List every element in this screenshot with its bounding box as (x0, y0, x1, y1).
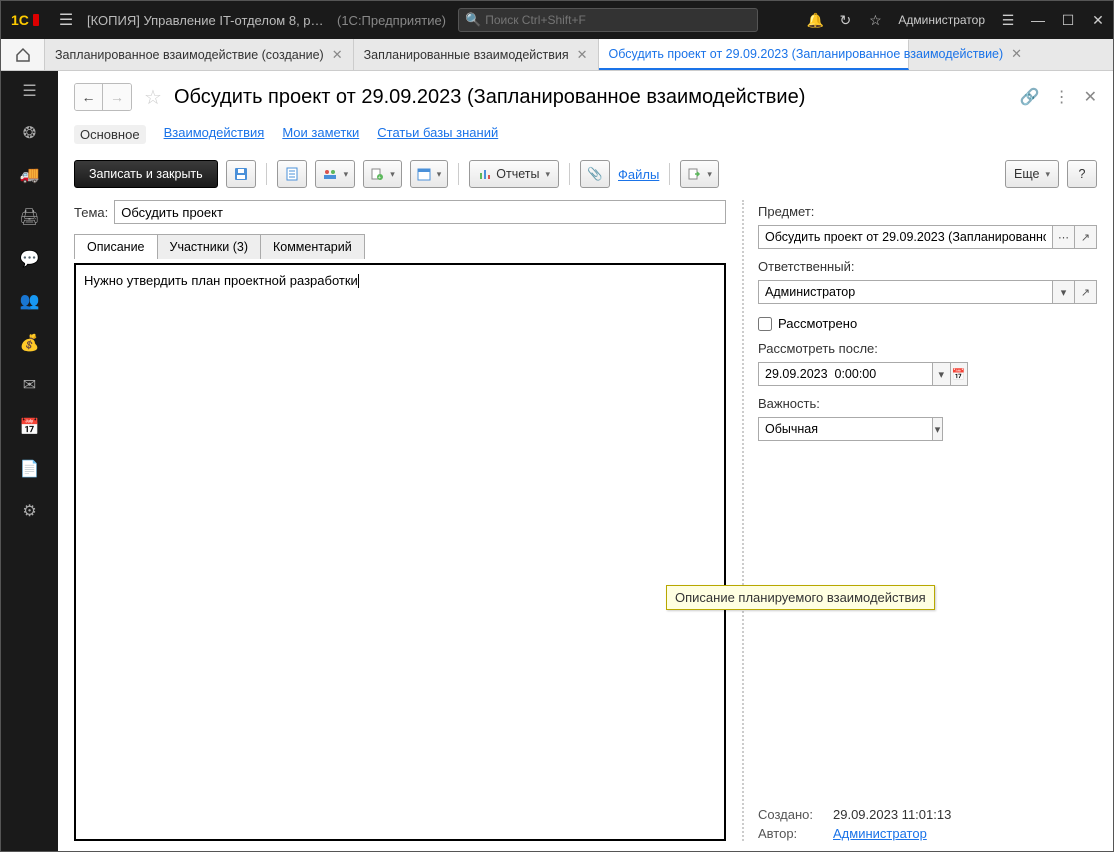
nav-forward-button[interactable]: → (103, 84, 131, 110)
reviewed-checkbox[interactable] (758, 317, 772, 331)
responsible-label: Ответственный: (758, 259, 1097, 274)
responsible-input[interactable] (758, 280, 1053, 304)
save-close-button[interactable]: Записать и закрыть (74, 160, 218, 188)
bell-icon[interactable]: 🔔 (800, 12, 830, 29)
description-text: Нужно утвердить план проектной разработк… (84, 273, 358, 288)
review-after-dropdown-button[interactable]: ▾ (933, 362, 951, 386)
priority-label: Важность: (758, 396, 1097, 411)
description-textarea[interactable]: Нужно утвердить план проектной разработк… (74, 263, 726, 841)
created-label: Создано: (758, 807, 823, 822)
description-tooltip: Описание планируемого взаимодействия (666, 585, 935, 610)
subject-input[interactable] (758, 225, 1053, 249)
content-area: ← → ☆ Обсудить проект от 29.09.2023 (Зап… (58, 71, 1113, 851)
titlebar: 1C ☰ [КОПИЯ] Управление IT-отделом 8, ре… (1, 1, 1113, 39)
toolbar: Записать и закрыть ▾ + ▾ ▾ (74, 160, 1097, 188)
sidebar-calendar-icon[interactable]: 📅 (1, 413, 58, 441)
topic-label: Тема: (74, 205, 108, 220)
search-icon: 🔍 (465, 12, 481, 28)
subject-open-button[interactable]: ↗ (1075, 225, 1097, 249)
app-subtitle: (1С:Предприятие) (331, 13, 452, 28)
subnav-notes[interactable]: Мои заметки (282, 125, 359, 144)
tab-description[interactable]: Описание (74, 234, 158, 259)
global-search[interactable]: 🔍 (458, 8, 758, 32)
sidebar-mail-icon[interactable]: ✉ (1, 371, 58, 399)
review-after-calendar-button[interactable]: 📅 (951, 362, 969, 386)
sidebar-truck-icon[interactable]: 🚚 (1, 161, 58, 189)
close-page-icon[interactable]: ✕ (1084, 87, 1097, 107)
sidebar-money-icon[interactable]: 💰 (1, 329, 58, 357)
tab-3[interactable]: Обсудить проект от 29.09.2023 (Запланиро… (599, 39, 909, 70)
author-link[interactable]: Администратор (833, 826, 927, 841)
inner-tabs: Описание Участники (3) Комментарий (74, 234, 726, 259)
subject-label: Предмет: (758, 204, 1097, 219)
attach-button[interactable]: 📎 (580, 160, 610, 188)
tab-participants[interactable]: Участники (3) (157, 234, 261, 259)
reviewed-label: Рассмотрено (778, 316, 857, 331)
close-icon[interactable]: ✕ (1011, 46, 1022, 62)
review-after-input[interactable] (758, 362, 933, 386)
star-icon[interactable]: ☆ (860, 12, 890, 29)
settings-bars-icon[interactable]: ☰ (993, 12, 1023, 29)
reports-button[interactable]: Отчеты ▾ (469, 160, 559, 188)
left-sidebar: ☰ ❂ 🚚 🖨 💬 👥 💰 ✉ 📅 📄 ⚙ (1, 71, 58, 851)
schedule-button[interactable]: ▾ (410, 160, 449, 188)
responsible-dropdown-button[interactable]: ▾ (1053, 280, 1075, 304)
tab-label: Обсудить проект от 29.09.2023 (Запланиро… (609, 47, 1004, 61)
app-title: [КОПИЯ] Управление IT-отделом 8, ред… (81, 13, 331, 28)
sidebar-doc-icon[interactable]: 📄 (1, 455, 58, 483)
link-icon[interactable]: 🔗 (1020, 87, 1040, 107)
subnav-kb[interactable]: Статьи базы знаний (377, 125, 498, 144)
page-title: Обсудить проект от 29.09.2023 (Запланиро… (174, 86, 805, 109)
subnav-main[interactable]: Основное (74, 125, 146, 144)
sidebar-dashboard-icon[interactable]: ❂ (1, 119, 58, 147)
user-label[interactable]: Администратор (890, 13, 993, 27)
search-input[interactable] (485, 13, 751, 27)
export-button[interactable]: ▾ (680, 160, 719, 188)
topic-input[interactable] (114, 200, 726, 224)
sidebar-chat-icon[interactable]: 💬 (1, 245, 58, 273)
svg-text:1C: 1C (11, 12, 29, 28)
app-logo: 1C (1, 11, 51, 29)
minimize-icon[interactable]: — (1023, 12, 1053, 28)
review-after-label: Рассмотреть после: (758, 341, 1097, 356)
sidebar-print-icon[interactable]: 🖨 (1, 203, 58, 231)
document-button[interactable] (277, 160, 307, 188)
contacts-button[interactable]: ▾ (315, 160, 356, 188)
history-icon[interactable]: ↻ (830, 12, 860, 29)
menu-icon[interactable]: ☰ (51, 10, 81, 30)
tab-label: Запланированное взаимодействие (создание… (55, 48, 324, 62)
subject-more-button[interactable]: ⋯ (1053, 225, 1075, 249)
reports-label: Отчеты (496, 167, 539, 181)
priority-input[interactable] (758, 417, 933, 441)
help-button[interactable]: ? (1067, 160, 1097, 188)
nav-back-button[interactable]: ← (75, 84, 103, 110)
sidebar-users-icon[interactable]: 👥 (1, 287, 58, 315)
sidebar-menu-icon[interactable]: ☰ (1, 77, 58, 105)
sidebar-gear-icon[interactable]: ⚙ (1, 497, 58, 525)
close-icon[interactable]: ✕ (577, 47, 588, 63)
close-window-icon[interactable]: ✕ (1083, 12, 1113, 29)
subnav: Основное Взаимодействия Мои заметки Стат… (74, 125, 1097, 144)
close-icon[interactable]: ✕ (332, 47, 343, 63)
tab-1[interactable]: Запланированное взаимодействие (создание… (45, 39, 354, 70)
responsible-open-button[interactable]: ↗ (1075, 280, 1097, 304)
home-tab[interactable] (1, 39, 45, 70)
create-button[interactable]: + ▾ (363, 160, 402, 188)
tab-label: Запланированные взаимодействия (364, 48, 569, 62)
svg-text:+: + (378, 175, 381, 181)
created-value: 29.09.2023 11:01:13 (833, 807, 951, 822)
tabs-bar: Запланированное взаимодействие (создание… (1, 39, 1113, 71)
favorite-star-icon[interactable]: ☆ (144, 85, 162, 110)
author-label: Автор: (758, 826, 823, 841)
save-button[interactable] (226, 160, 256, 188)
tab-2[interactable]: Запланированные взаимодействия ✕ (354, 39, 599, 70)
maximize-icon[interactable]: ☐ (1053, 12, 1083, 29)
files-link[interactable]: Файлы (618, 167, 659, 182)
more-button[interactable]: Еще▾ (1005, 160, 1059, 188)
subnav-interactions[interactable]: Взаимодействия (164, 125, 265, 144)
priority-dropdown-button[interactable]: ▾ (933, 417, 943, 441)
kebab-icon[interactable]: ⋮ (1054, 87, 1070, 107)
tab-comment[interactable]: Комментарий (260, 234, 365, 259)
